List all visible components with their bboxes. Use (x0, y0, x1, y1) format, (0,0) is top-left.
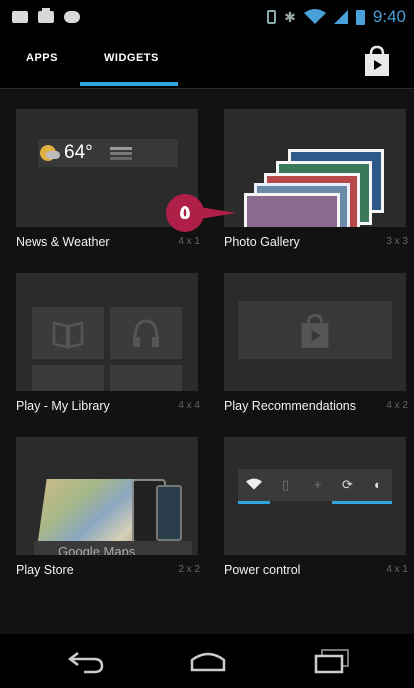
widget-label: News & Weather (16, 235, 110, 249)
widget-play-my-library[interactable]: Play - My Library 4 x 4 (16, 273, 200, 425)
widget-grid: 64° News & Weather 4 x 1 Photo Gallery 3… (0, 89, 414, 634)
home-icon[interactable] (188, 648, 228, 674)
wifi-icon (303, 9, 326, 24)
widget-play-recommendations[interactable]: Play Recommendations 4 x 2 (224, 273, 408, 425)
tablet-thumbnail (156, 485, 182, 541)
callout-arrow (200, 207, 236, 219)
widget-label: Play Recommendations (224, 399, 357, 413)
widget-preview: ▯ + ⟳ ◐ (224, 437, 406, 555)
tab-apps[interactable]: APPS (26, 52, 58, 64)
sync-icon: ⟳ (342, 477, 353, 492)
widget-label: Play Store (16, 563, 74, 577)
bluetooth-icon: ✱ (284, 8, 296, 25)
navigation-bar (0, 634, 414, 688)
vibrate-icon (267, 10, 277, 24)
temperature: 64° (64, 142, 93, 163)
widget-label: Play - My Library (16, 399, 110, 413)
book-icon (52, 321, 84, 349)
widget-photo-gallery[interactable]: Photo Gallery 3 x 3 (224, 109, 408, 261)
widget-dims: 4 x 1 (178, 236, 200, 247)
bluetooth-icon: ▯ (282, 477, 290, 492)
widget-preview (224, 109, 406, 227)
widget-label: Photo Gallery (224, 235, 300, 249)
widget-power-control[interactable]: ▯ + ⟳ ◐ Power control 4 x 1 (224, 437, 408, 589)
callout-badge: ٥ (166, 194, 204, 232)
status-bar: ✱ 9:40 (0, 0, 414, 34)
widget-dims: 4 x 4 (178, 400, 200, 411)
battery-icon (355, 9, 365, 25)
store-icon[interactable] (360, 44, 394, 78)
app-title: Google Maps (34, 541, 192, 555)
tab-widgets[interactable]: WIDGETS (104, 52, 159, 64)
widget-preview (224, 273, 406, 391)
widget-news-weather[interactable]: 64° News & Weather 4 x 1 (16, 109, 200, 261)
action-bar: APPS WIDGETS (0, 34, 414, 88)
widget-dims: 3 x 3 (386, 236, 408, 247)
widget-preview: Google Maps (16, 437, 198, 555)
widget-label: Power control (224, 563, 301, 577)
store-icon (301, 313, 329, 348)
widget-play-store[interactable]: Google Maps Play Store 2 x 2 (16, 437, 200, 589)
headphones-icon (133, 319, 159, 347)
back-icon[interactable] (66, 648, 106, 674)
signal-icon (333, 10, 348, 24)
widget-dims: 4 x 1 (386, 564, 408, 575)
gps-icon: + (314, 477, 322, 492)
brightness-icon: ◐ (374, 477, 382, 492)
tab-selected-indicator (80, 82, 178, 86)
widget-dims: 4 x 2 (386, 400, 408, 411)
recents-icon[interactable] (312, 648, 352, 674)
widget-dims: 2 x 2 (178, 564, 200, 575)
wifi-icon (246, 478, 262, 490)
widget-preview (16, 273, 198, 391)
gamepad-icon (64, 11, 80, 23)
clock: 9:40 (372, 7, 406, 26)
bag-icon (38, 8, 54, 23)
message-icon (12, 11, 28, 23)
